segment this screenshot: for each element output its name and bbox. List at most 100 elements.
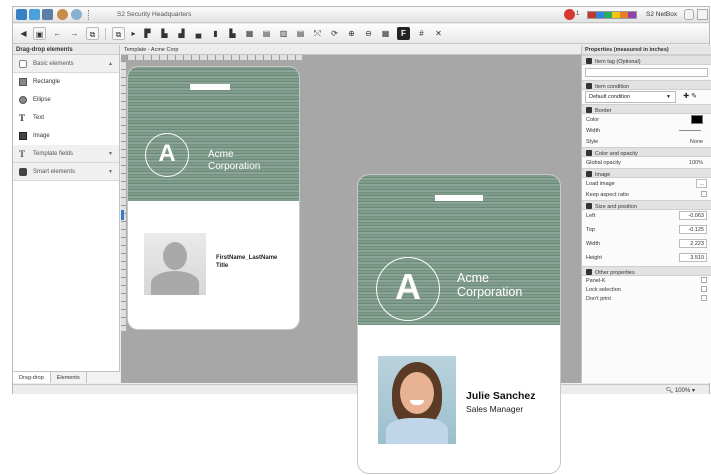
border-color-row: Color: [582, 114, 711, 125]
smart-elements-section[interactable]: Smart elements ▼: [13, 163, 119, 181]
properties-header: Properties (measured in inches): [582, 45, 711, 55]
lock-selection-checkbox[interactable]: [701, 286, 707, 292]
distribute-icon[interactable]: ▮: [209, 27, 222, 40]
load-image-label: Load image: [586, 181, 615, 187]
panel-k-checkbox[interactable]: [701, 277, 707, 283]
element-image[interactable]: Image: [13, 127, 119, 145]
same-height-icon[interactable]: ▤: [294, 27, 307, 40]
condition-actions: ✚ ✎: [683, 92, 697, 100]
border-section: Border: [582, 104, 711, 114]
tab-drag-drop[interactable]: Drag-drop: [13, 372, 51, 383]
keep-aspect-row: Keep aspect ratio: [582, 189, 711, 200]
left-input[interactable]: -0.063: [679, 211, 707, 220]
top-input[interactable]: -0.125: [679, 225, 707, 234]
height-input[interactable]: 3.510: [679, 253, 707, 262]
tab-elements[interactable]: Elements: [51, 372, 87, 383]
status-colorbar: [587, 11, 637, 19]
keep-aspect-checkbox[interactable]: [701, 191, 707, 197]
canvas-tab[interactable]: Template - Acme Corp: [121, 45, 582, 55]
chevron-up-icon: ▲: [108, 61, 113, 67]
color-label: Color: [586, 117, 600, 123]
users-icon[interactable]: [57, 9, 68, 20]
smart-elements-icon: [19, 168, 27, 176]
alarm-count: 1: [576, 11, 580, 17]
flip-icon[interactable]: ⤲: [311, 27, 324, 40]
chevron-down-icon: ▼: [666, 94, 671, 100]
load-image-button[interactable]: ...: [696, 179, 707, 188]
globe-icon[interactable]: [71, 9, 82, 20]
top-label: Top: [586, 227, 595, 233]
configuration-icon[interactable]: [42, 9, 53, 20]
avatar-head: [163, 242, 187, 270]
edit-condition-icon[interactable]: ✎: [691, 93, 697, 100]
element-label: Ellipse: [33, 97, 51, 103]
back-icon[interactable]: ◀: [17, 27, 30, 40]
layers-icon[interactable]: ⧉: [86, 27, 99, 40]
home-icon[interactable]: [16, 9, 27, 20]
top-row: Top -0.125: [582, 224, 711, 238]
logout-button[interactable]: [684, 9, 694, 20]
element-ellipse[interactable]: Ellipse: [13, 91, 119, 109]
org-line-2: Corporation: [208, 160, 261, 172]
condition-value: Default condition: [589, 94, 630, 100]
dropdown-caret-icon[interactable]: ▸: [127, 27, 140, 40]
align-middle-icon[interactable]: ▙: [226, 27, 239, 40]
pencil-icon: [586, 150, 592, 156]
font-icon[interactable]: F: [397, 27, 410, 40]
global-opacity-select[interactable]: 100%: [689, 160, 703, 166]
alarm-icon[interactable]: [564, 9, 575, 20]
element-rectangle[interactable]: Rectangle: [13, 73, 119, 91]
left-panel: Drag-drop elements Basic elements ▲ Rect…: [13, 45, 120, 383]
zoom-icon: 🔍︎: [665, 388, 674, 394]
table-icon[interactable]: ▦: [379, 27, 392, 40]
zoom-in-icon[interactable]: ⊕: [345, 27, 358, 40]
group-icon[interactable]: ▤: [260, 27, 273, 40]
align-bottom-icon[interactable]: ▄: [192, 27, 205, 40]
item-tag-label: Item tag (Optional): [595, 59, 641, 65]
align-left-icon[interactable]: ▛: [141, 27, 154, 40]
toolbar-divider: [88, 10, 90, 20]
color-swatch[interactable]: [691, 115, 703, 124]
hash-icon[interactable]: #: [415, 27, 428, 40]
border-style-row: Style None: [582, 136, 711, 147]
org-line-1: Acme: [208, 149, 234, 160]
horizontal-ruler: [127, 55, 302, 61]
zoom-out-icon[interactable]: ⊖: [362, 27, 375, 40]
title-field[interactable]: Title: [216, 263, 228, 269]
dont-print-checkbox[interactable]: [701, 295, 707, 301]
width-line-selector[interactable]: [679, 130, 701, 131]
rotate-icon[interactable]: ⟳: [328, 27, 341, 40]
toolbar-separator: [105, 28, 106, 40]
save-icon[interactable]: ▣: [33, 27, 46, 40]
grid-icon[interactable]: ▦: [243, 27, 256, 40]
monitoring-icon[interactable]: [29, 9, 40, 20]
undo-icon[interactable]: ←: [51, 27, 64, 40]
zoom-value: 100%: [674, 388, 691, 394]
template-badge[interactable]: A Acme Corporation FirstName_LastName Ti…: [127, 66, 300, 330]
redo-icon[interactable]: →: [68, 27, 81, 40]
employee-title: Sales Manager: [466, 404, 524, 414]
add-condition-icon[interactable]: ✚: [683, 93, 689, 100]
employee-photo: [378, 356, 456, 444]
style-label: Style: [586, 139, 599, 145]
zoom-control[interactable]: 🔍︎ 100% ▾: [666, 387, 695, 394]
element-label: Text: [33, 115, 45, 121]
menu-button[interactable]: [697, 9, 708, 20]
element-text[interactable]: T Text: [13, 109, 119, 127]
align-right-icon[interactable]: ▟: [175, 27, 188, 40]
same-width-icon[interactable]: ▥: [277, 27, 290, 40]
tools-icon[interactable]: ✕: [432, 27, 445, 40]
width-input[interactable]: 2.223: [679, 239, 707, 248]
basic-elements-section[interactable]: Basic elements ▲: [13, 55, 119, 73]
left-panel-header: Drag-drop elements: [13, 45, 119, 55]
item-condition-section: Item condition: [582, 80, 711, 90]
template-fields-section[interactable]: T Template fields ▼: [13, 145, 119, 163]
border-icon: [586, 107, 592, 113]
align-center-icon[interactable]: ▙: [158, 27, 171, 40]
style-select[interactable]: None: [690, 139, 703, 145]
arrange-icon[interactable]: ⧉: [112, 27, 125, 40]
condition-select[interactable]: Default condition ▼: [585, 91, 676, 103]
item-tag-input[interactable]: [585, 68, 708, 77]
org-line-2: Corporation: [457, 285, 523, 300]
name-field[interactable]: FirstName_LastName: [216, 255, 277, 261]
